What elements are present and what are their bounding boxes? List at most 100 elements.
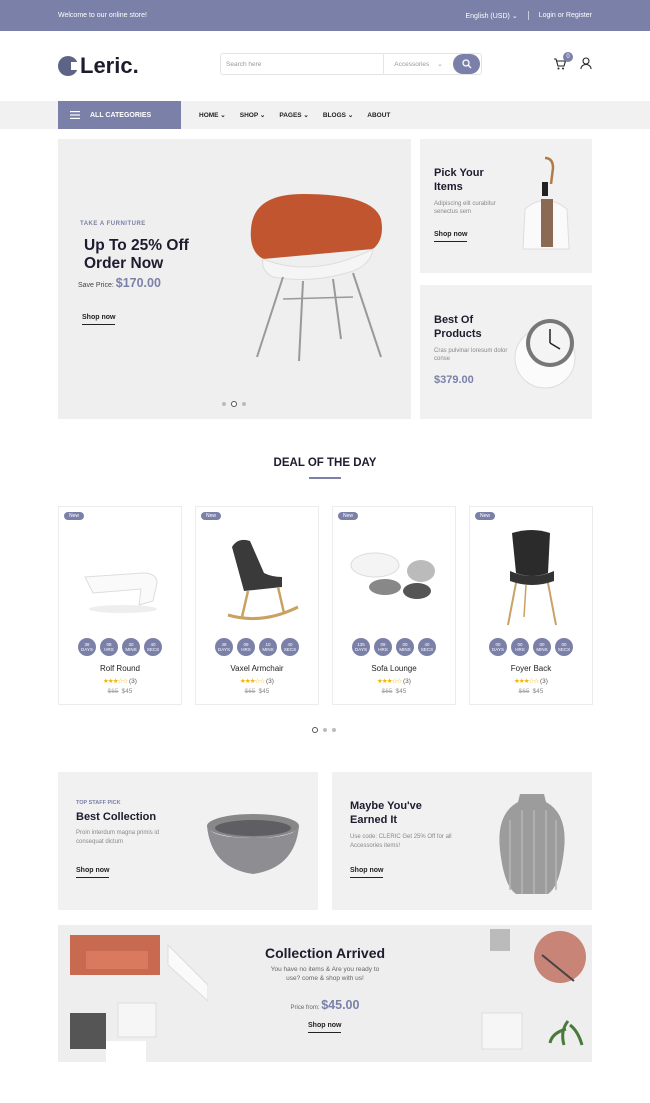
old-price: $65 xyxy=(518,688,530,695)
banner-text: Use code: CLERIC Get 25% Off for all Acc… xyxy=(350,834,452,849)
product-card[interactable]: New 00 DAYS 00 HRS 00 MINS 00 SECS Foyer Bac… xyxy=(469,506,593,705)
slider-dot[interactable] xyxy=(222,402,226,406)
timer-unit: HRS xyxy=(241,647,251,652)
slider-dot-active[interactable] xyxy=(231,401,237,407)
countdown-timer: 00 DAYS 00 HRS 00 MINS 00 SECS xyxy=(470,638,592,656)
menu-icon xyxy=(70,111,80,119)
timer-days: 135 DAYS xyxy=(352,638,370,656)
currency-select[interactable]: English (USD) ⌄ xyxy=(466,12,518,20)
banner-title: Maybe You've Earned It xyxy=(350,800,422,826)
nav-item-blogs[interactable]: BLOGS ⌄ xyxy=(323,111,353,119)
product-image xyxy=(227,539,299,621)
review-count: (3) xyxy=(129,678,137,685)
product-rating: ★★★☆☆ (3) xyxy=(59,677,181,685)
product-card[interactable]: New 135 DAYS 09 HRS 00 MINS 40 SECS Sofa Lou… xyxy=(332,506,456,705)
side-banner-best-products[interactable]: Best Of Products Cras pulvinar loresum d… xyxy=(420,285,592,419)
countdown-timer: 38 DAYS 08 HRS 30 MINS 40 SECS xyxy=(59,638,181,656)
nav-item-about[interactable]: ABOUT xyxy=(367,112,390,119)
hero-shop-now-link[interactable]: Shop now xyxy=(82,314,116,325)
slider-dot[interactable] xyxy=(242,402,246,406)
side-banner-price: $379.00 xyxy=(434,374,474,386)
account-button[interactable] xyxy=(580,57,592,75)
banner-shop-now-link[interactable]: Shop now xyxy=(350,867,384,878)
timer-unit: SECS xyxy=(420,647,434,652)
timer-hours: 08 HRS xyxy=(100,638,118,656)
side-shop-now-link[interactable]: Shop now xyxy=(434,231,468,242)
timer-mins: 00 MINS xyxy=(533,638,551,656)
timer-mins: 10 MINS xyxy=(259,638,277,656)
product-price: $65 $45 xyxy=(59,688,181,695)
countdown-timer: 135 DAYS 09 HRS 00 MINS 40 SECS xyxy=(333,638,455,656)
basket-image xyxy=(207,814,299,874)
timer-secs: 40 SECS xyxy=(418,638,436,656)
cart-count-badge: 0 xyxy=(563,52,573,62)
product-rating: ★★★☆☆ (3) xyxy=(196,677,318,685)
logo[interactable]: Leric. xyxy=(58,53,139,79)
side-banner-title: Pick Your Items xyxy=(434,167,484,193)
all-categories-button[interactable]: ALL CATEGORIES xyxy=(58,101,181,129)
product-name[interactable]: Foyer Back xyxy=(470,664,592,673)
carousel-dot[interactable] xyxy=(323,728,327,732)
collection-shop-now-link[interactable]: Shop now xyxy=(308,1022,342,1033)
price-label: Save Price: xyxy=(78,282,114,289)
login-register-link[interactable]: Login or Register xyxy=(539,12,592,19)
timer-unit: HRS xyxy=(104,647,114,652)
nav-item-shop[interactable]: SHOP ⌄ xyxy=(240,111,266,119)
banner-shop-now-link[interactable]: Shop now xyxy=(76,867,110,878)
product-card[interactable]: New 48 DAYS 09 HRS 10 MINS 40 SECS Vaxel Arm… xyxy=(195,506,319,705)
slider-dots xyxy=(222,401,246,407)
category-select[interactable]: Accessories ⌄ xyxy=(383,54,453,74)
timer-hours: 09 HRS xyxy=(237,638,255,656)
new-badge: New xyxy=(475,512,496,520)
chevron-down-icon: ⌄ xyxy=(437,61,443,68)
cart-button[interactable]: 0 xyxy=(553,52,573,75)
search-input[interactable]: Search here xyxy=(221,61,383,68)
main-nav: ALL CATEGORIES HOME ⌄ SHOP ⌄ PAGES ⌄ BLO… xyxy=(0,101,650,129)
search-bar: Search here Accessories ⌄ xyxy=(220,53,482,75)
decor-image xyxy=(481,929,586,1050)
product-carousel-dots xyxy=(312,727,336,733)
chair-image xyxy=(250,194,382,362)
search-button[interactable] xyxy=(453,54,480,74)
product-name[interactable]: Sofa Lounge xyxy=(333,664,455,673)
timer-days: 00 DAYS xyxy=(489,638,507,656)
product-image xyxy=(507,530,557,626)
timer-unit: DAYS xyxy=(492,647,504,652)
new-badge: New xyxy=(64,512,85,520)
timer-unit: MINS xyxy=(536,647,548,652)
timer-unit: DAYS xyxy=(81,647,93,652)
nav-item-home[interactable]: HOME ⌄ xyxy=(199,111,226,119)
carousel-dot-active[interactable] xyxy=(312,727,318,733)
star-rating-icon: ★★★☆☆ xyxy=(103,678,128,685)
dustpan-image xyxy=(522,156,570,250)
banner-best-collection[interactable]: TOP STAFF PICK Best Collection Proin int… xyxy=(58,772,318,910)
product-rating: ★★★☆☆ (3) xyxy=(470,677,592,685)
timer-secs: 40 SECS xyxy=(144,638,162,656)
product-price: $65 $45 xyxy=(470,688,592,695)
timer-unit: DAYS xyxy=(218,647,230,652)
carousel-dot[interactable] xyxy=(332,728,336,732)
old-price: $65 xyxy=(244,688,256,695)
price-value: $45.00 xyxy=(321,998,360,1012)
side-banner-text: Cras pulvinar loresum dolor conse xyxy=(434,348,508,362)
timer-hours: 00 HRS xyxy=(511,638,529,656)
hero-title: Up To 25% Off Order Now xyxy=(84,237,189,272)
side-banner-pick-items[interactable]: Pick Your Items Adipiscing elit curabitu… xyxy=(420,139,592,273)
review-count: (3) xyxy=(266,678,274,685)
product-name[interactable]: Vaxel Armchair xyxy=(196,664,318,673)
price-label: Price from: xyxy=(290,1005,320,1011)
banner-title: Best Collection xyxy=(76,811,157,823)
hero-tag: TAKE A FURNITURE xyxy=(80,221,146,227)
collection-arrived-banner[interactable]: Collection Arrived You have no items & A… xyxy=(58,925,592,1062)
banner-maybe-earned[interactable]: Maybe You've Earned It Use code: CLERIC … xyxy=(332,772,592,910)
product-name[interactable]: Rolf Round xyxy=(59,664,181,673)
side-banner-title: Best Of Products xyxy=(434,314,482,340)
timer-mins: 00 MINS xyxy=(396,638,414,656)
nav-item-pages[interactable]: PAGES ⌄ xyxy=(279,111,309,119)
nav-label: PAGES xyxy=(279,112,302,119)
timer-days: 48 DAYS xyxy=(215,638,233,656)
current-price: $45 xyxy=(395,688,407,695)
timer-unit: MINS xyxy=(125,647,137,652)
product-image xyxy=(84,572,158,613)
product-card[interactable]: New 38 DAYS 08 HRS 30 MINS 40 SECS Rolf Roun… xyxy=(58,506,182,705)
